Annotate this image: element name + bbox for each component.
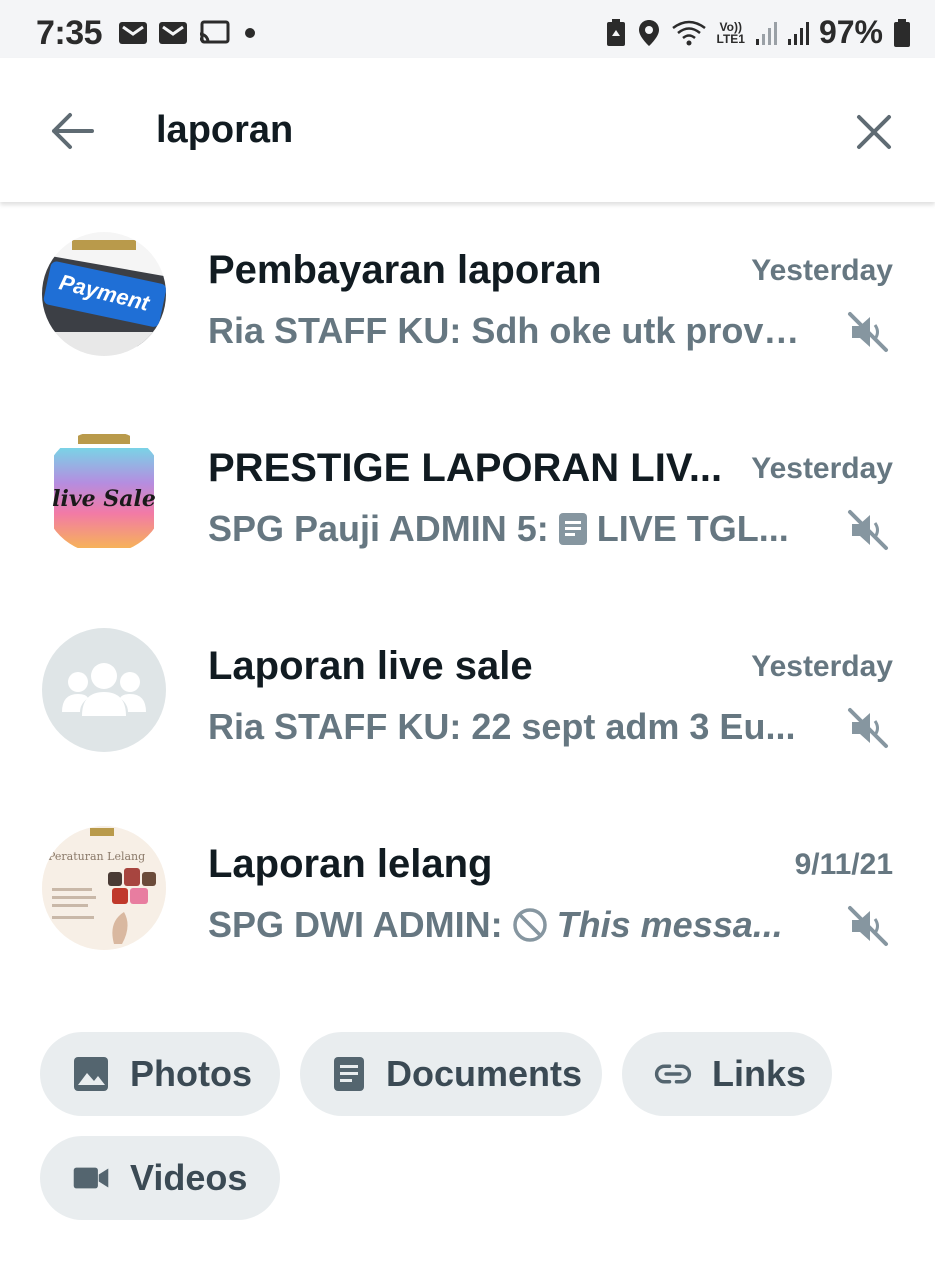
close-icon (857, 115, 891, 149)
live-sale-image: live Sale (42, 430, 166, 554)
preview-text: Ria STAFF KU: 22 sept adm 3 Eu... (208, 706, 796, 747)
document-icon (332, 1055, 366, 1093)
document-icon (558, 513, 587, 545)
cast-icon (199, 20, 230, 44)
status-bar: 7:35 Vo)) LTE1 97% (0, 0, 935, 58)
muted-icon (848, 510, 888, 550)
lte-label: LTE1 (716, 31, 745, 46)
filter-links-chip[interactable]: Links (622, 1032, 832, 1116)
avatar: Peraturan Lelang (42, 826, 166, 950)
system-icons: Vo)) LTE1 97% (605, 14, 912, 51)
chat-time: Yesterday (751, 254, 893, 287)
photo-icon (72, 1055, 110, 1093)
group-icon (62, 663, 146, 716)
signal-icon (755, 21, 777, 45)
battery-icon (894, 18, 910, 47)
avatar-text: Peraturan Lelang (48, 850, 145, 863)
chat-title: Pembayaran laporan (208, 248, 602, 292)
chip-label: Links (712, 1053, 807, 1094)
battery-percent: 97% (818, 14, 883, 50)
chat-title: Laporan live sale (208, 644, 533, 688)
chat-title: PRESTIGE LAPORAN LIV... (208, 446, 723, 490)
mail-icon (119, 22, 147, 44)
battery-saver-icon (606, 18, 625, 46)
status-time: 7:35 (36, 14, 103, 52)
muted-icon (848, 708, 888, 748)
chat-time: 9/11/21 (794, 848, 893, 881)
avatar (42, 628, 166, 752)
filter-videos-chip[interactable]: Videos (40, 1136, 280, 1220)
preview-text: This messa... (556, 904, 783, 945)
muted-icon (848, 906, 888, 946)
chip-label: Photos (130, 1053, 252, 1094)
preview-text: Ria STAFF KU: Sdh oke utk provit... (208, 310, 808, 351)
avatar: live Sale (42, 430, 166, 554)
filter-photos-chip[interactable]: Photos (40, 1032, 280, 1116)
mail-icon (159, 22, 187, 44)
avatar-text: live Sale (52, 486, 156, 512)
location-icon (638, 19, 659, 46)
chat-row[interactable]: Payment Pembayaran laporan Yesterday Ria… (0, 204, 935, 400)
blocked-icon (512, 908, 547, 942)
chat-time: Yesterday (751, 452, 893, 485)
wifi-icon (671, 20, 706, 45)
chat-row[interactable]: Peraturan Lelang Laporan lelang 9/11/21 … (0, 798, 935, 994)
network-type: Vo)) LTE1 (717, 21, 745, 45)
chat-preview: SPG DWI ADMIN: This messa... (208, 904, 808, 946)
chat-preview: SPG Pauji ADMIN 5: LIVE TGL... (208, 508, 808, 550)
chat-preview: Ria STAFF KU: 22 sept adm 3 Eu... (208, 706, 808, 748)
chat-row[interactable]: live Sale PRESTIGE LAPORAN LIV... Yester… (0, 402, 935, 598)
preview-sender: SPG Pauji ADMIN 5: (208, 508, 549, 549)
back-button[interactable] (44, 106, 100, 156)
chat-time: Yesterday (751, 650, 893, 683)
chat-preview: Ria STAFF KU: Sdh oke utk provit... (208, 310, 808, 352)
signal-icon (787, 21, 809, 45)
chip-label: Documents (386, 1053, 583, 1094)
avatar: Payment (42, 232, 166, 356)
link-icon (654, 1055, 692, 1093)
muted-icon (848, 312, 888, 352)
filter-documents-chip[interactable]: Documents (300, 1032, 602, 1116)
peraturan-lelang-image: Peraturan Lelang (42, 826, 166, 950)
search-header (0, 58, 935, 202)
chat-row[interactable]: Laporan live sale Yesterday Ria STAFF KU… (0, 600, 935, 796)
chat-title: Laporan lelang (208, 842, 493, 886)
arrow-left-icon (52, 113, 94, 149)
chip-label: Videos (130, 1157, 248, 1198)
video-icon (72, 1159, 110, 1197)
payment-keyboard-image: Payment (42, 232, 166, 356)
volte-label: Vo)) (719, 19, 742, 34)
notification-icons (118, 20, 260, 46)
preview-text: LIVE TGL... (596, 508, 789, 549)
dot-icon (245, 28, 255, 38)
preview-sender: SPG DWI ADMIN: (208, 904, 503, 945)
clear-search-button[interactable] (846, 104, 902, 160)
search-input[interactable] (156, 100, 796, 160)
